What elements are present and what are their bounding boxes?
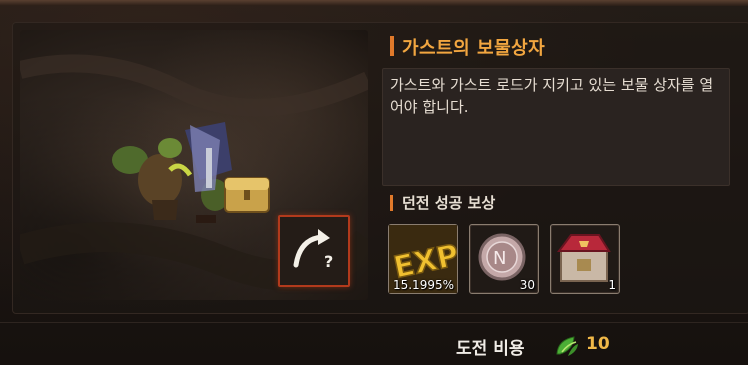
- reward-slot-chest[interactable]: 1: [550, 224, 620, 294]
- chest-count: 1: [608, 278, 616, 292]
- dungeon-title: 가스트의 보물상자: [402, 38, 546, 59]
- skip-button[interactable]: ?: [278, 215, 350, 287]
- reward-accent-bar: [390, 195, 393, 211]
- cost-label: 도전 비용: [456, 339, 525, 359]
- svg-text:?: ?: [324, 252, 333, 271]
- exp-value: 15.1995%: [392, 278, 454, 292]
- leaf-icon: [556, 336, 578, 356]
- reward-slot-exp[interactable]: EXP 15.1995%: [388, 224, 463, 294]
- svg-text:N: N: [493, 248, 506, 269]
- top-frame: [0, 0, 748, 6]
- cost-value: 10: [586, 334, 610, 354]
- title-accent-bar: [390, 36, 394, 56]
- footer-divider: [0, 322, 748, 323]
- skip-arrow-icon: ?: [293, 229, 333, 271]
- reward-slot-coin[interactable]: N 30: [469, 224, 539, 294]
- coin-count: 30: [519, 278, 535, 292]
- reward-title: 던전 성공 보상: [402, 194, 496, 212]
- dungeon-description: 가스트와 가스트 로드가 지키고 있는 보물 상자를 열어야 합니다.: [390, 76, 714, 116]
